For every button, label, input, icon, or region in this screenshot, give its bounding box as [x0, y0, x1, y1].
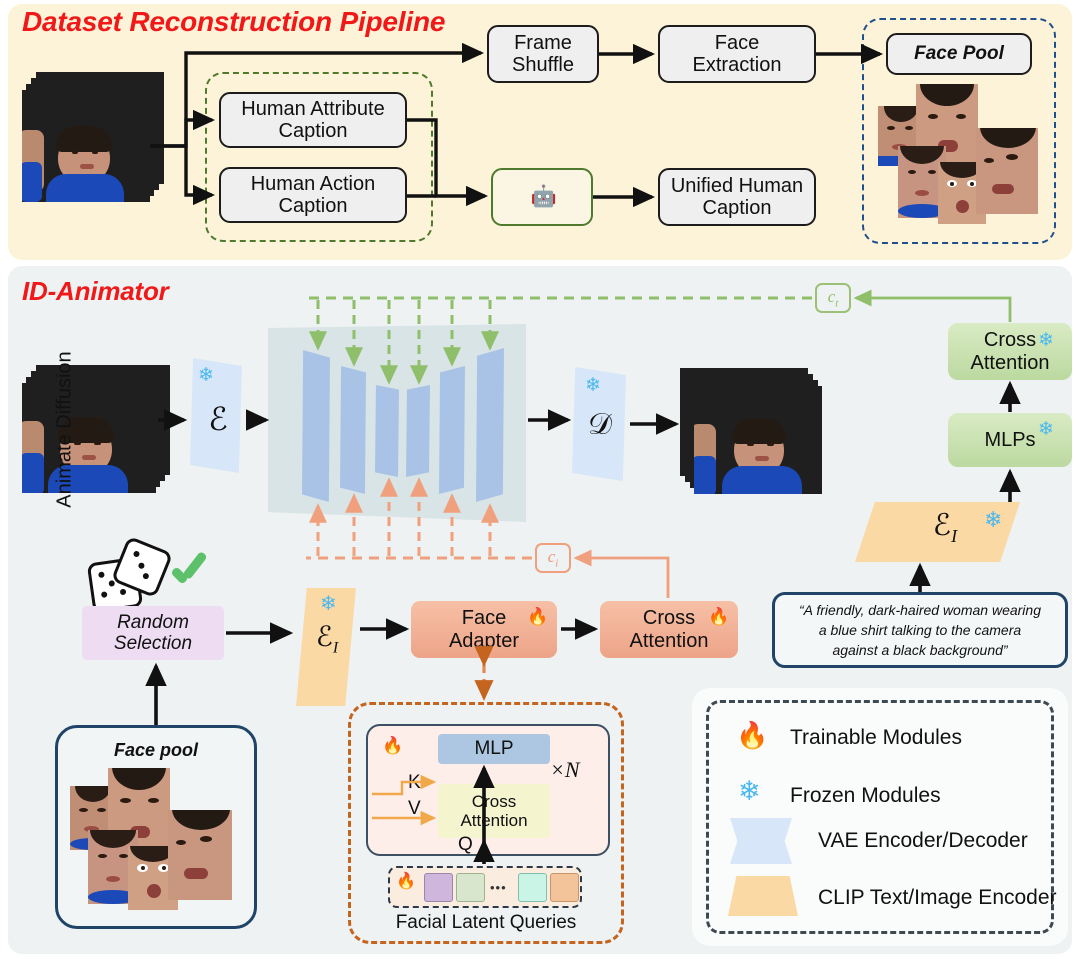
snowflake-icon-cross-attn-text: ❄	[1038, 330, 1054, 351]
page-title-dataset-pipeline: Dataset Reconstruction Pipeline	[22, 6, 446, 37]
condition-text-token: ct	[815, 283, 851, 313]
condition-image-token-label: ci	[547, 546, 559, 570]
llm-node[interactable]: 🤖	[491, 168, 593, 226]
cross-attention-text-line1: Cross	[983, 329, 1037, 352]
face-pool-label-bottom: Face pool	[113, 740, 198, 760]
face-extraction-node[interactable]: Face Extraction	[658, 25, 816, 83]
legend-label-clip: CLIP Text/Image Encoder	[818, 886, 1057, 909]
legend-label-trainable: Trainable Modules	[790, 726, 962, 749]
adapter-cross-attention-line1: Cross	[471, 791, 517, 811]
snowflake-icon-clip-text: ❄	[984, 507, 1003, 532]
human-attribute-caption-line1: Human Attribute	[241, 97, 385, 120]
face-adapter-line2: Adapter	[448, 629, 520, 652]
unified-human-caption-node[interactable]: Unified Human Caption	[658, 168, 816, 226]
snowflake-icon-mlps: ❄	[1038, 419, 1054, 440]
cross-attention-image-line1: Cross	[642, 607, 696, 630]
fire-icon-latent-queries: 🔥	[396, 873, 416, 890]
mlps-label: MLPs	[984, 428, 1036, 451]
vae-encoder-label: ℰ	[208, 401, 228, 437]
human-attribute-caption-line2: Caption	[278, 120, 348, 142]
v-label: V	[408, 798, 421, 819]
fire-icon-cross-attn-image: 🔥	[708, 607, 730, 626]
fire-icon-face-adapter: 🔥	[527, 607, 549, 626]
snowflake-icon-legend: ❄	[738, 776, 761, 806]
latent-query-swatch	[456, 873, 485, 902]
condition-text-token-label: ct	[827, 286, 839, 310]
face-extraction-line2: Extraction	[692, 54, 782, 76]
unet-slab	[302, 350, 330, 502]
k-label: K	[408, 772, 421, 793]
vae-decoder-label: 𝒟	[588, 408, 612, 441]
clip-text-encoder-label: ℰI	[932, 509, 958, 546]
face-adapter-line1: Face	[461, 607, 507, 630]
cross-attention-text-line2: Attention	[970, 351, 1050, 374]
latent-query-swatch	[518, 873, 547, 902]
vae-shape-legend-icon	[730, 818, 792, 864]
prompt-line3: against a black background”	[832, 642, 1008, 659]
prompt-line1: “A friendly, dark-haired woman wearing	[799, 601, 1041, 618]
repeat-n-label: ×N	[550, 757, 580, 782]
snowflake-icon-vae-decoder: ❄	[585, 375, 601, 396]
snowflake-icon-clip-image: ❄	[320, 593, 337, 615]
fire-icon-adapter-detail: 🔥	[382, 736, 404, 755]
latent-query-ellipsis: •••	[490, 880, 507, 895]
unet-slab	[406, 385, 430, 477]
face-extraction-line1: Face	[714, 31, 760, 54]
frame-shuffle-node[interactable]: Frame Shuffle	[487, 25, 599, 83]
unified-human-caption-line2: Caption	[702, 197, 772, 219]
robot-icon: 🤖	[530, 185, 558, 209]
figure-root: Dataset Reconstruction Pipeline Human At…	[0, 0, 1080, 959]
adapter-cross-attention-node[interactable]: Cross Attention	[438, 784, 550, 838]
human-action-caption-line1: Human Action	[250, 172, 376, 195]
animate-diffusion-label: Animate Diffusion	[53, 351, 76, 508]
human-action-caption-node[interactable]: Human Action Caption	[219, 167, 407, 223]
frame-shuffle-line1: Frame	[514, 31, 572, 54]
random-selection-node[interactable]: Random Selection	[82, 606, 224, 660]
face-pool-label-top: Face Pool	[914, 43, 1004, 65]
random-selection-line1: Random	[117, 611, 189, 633]
legend-label-vae: VAE Encoder/Decoder	[818, 829, 1028, 852]
legend-label-frozen: Frozen Modules	[790, 784, 941, 807]
output-video-frames	[680, 368, 832, 508]
unet-slab	[439, 366, 465, 494]
q-label: Q	[458, 834, 473, 855]
facial-latent-queries-label: Facial Latent Queries	[395, 912, 577, 933]
latent-query-swatch	[424, 873, 453, 902]
face-collage-bottom	[70, 768, 242, 918]
text-prompt-box[interactable]: “A friendly, dark-haired woman wearing a…	[772, 592, 1068, 668]
human-attribute-caption-node[interactable]: Human Attribute Caption	[219, 92, 407, 148]
adapter-mlp-node[interactable]: MLP	[438, 734, 550, 764]
prompt-line2: a blue shirt talking to the camera	[818, 621, 1022, 638]
random-selection-line2: Selection	[113, 633, 193, 654]
face-collage-top	[878, 84, 1048, 234]
unet-slab	[476, 348, 504, 502]
clip-image-encoder-label: ℰI	[315, 622, 339, 657]
unified-human-caption-line1: Unified Human	[670, 174, 804, 197]
checkmark-icon	[168, 550, 208, 595]
latent-query-swatch	[550, 873, 579, 902]
input-video-frames-top	[22, 72, 182, 217]
unet-slab	[340, 366, 366, 494]
cross-attention-image-line2: Attention	[629, 629, 709, 652]
condition-image-token: ci	[535, 543, 571, 573]
page-title-id-animator: ID-Animator	[22, 276, 169, 306]
adapter-mlp-label: MLP	[474, 738, 514, 760]
clip-shape-legend-icon	[728, 876, 798, 916]
human-action-caption-line2: Caption	[278, 195, 348, 217]
snowflake-icon-vae-encoder: ❄	[198, 365, 214, 386]
fire-icon-legend: 🔥	[736, 720, 769, 750]
adapter-cross-attention-line2: Attention	[460, 811, 528, 830]
input-video-frames-bottom	[22, 365, 192, 507]
unet-slab	[375, 385, 399, 477]
face-pool-node-top[interactable]: Face Pool	[886, 33, 1032, 75]
frame-shuffle-line2: Shuffle	[512, 54, 574, 76]
